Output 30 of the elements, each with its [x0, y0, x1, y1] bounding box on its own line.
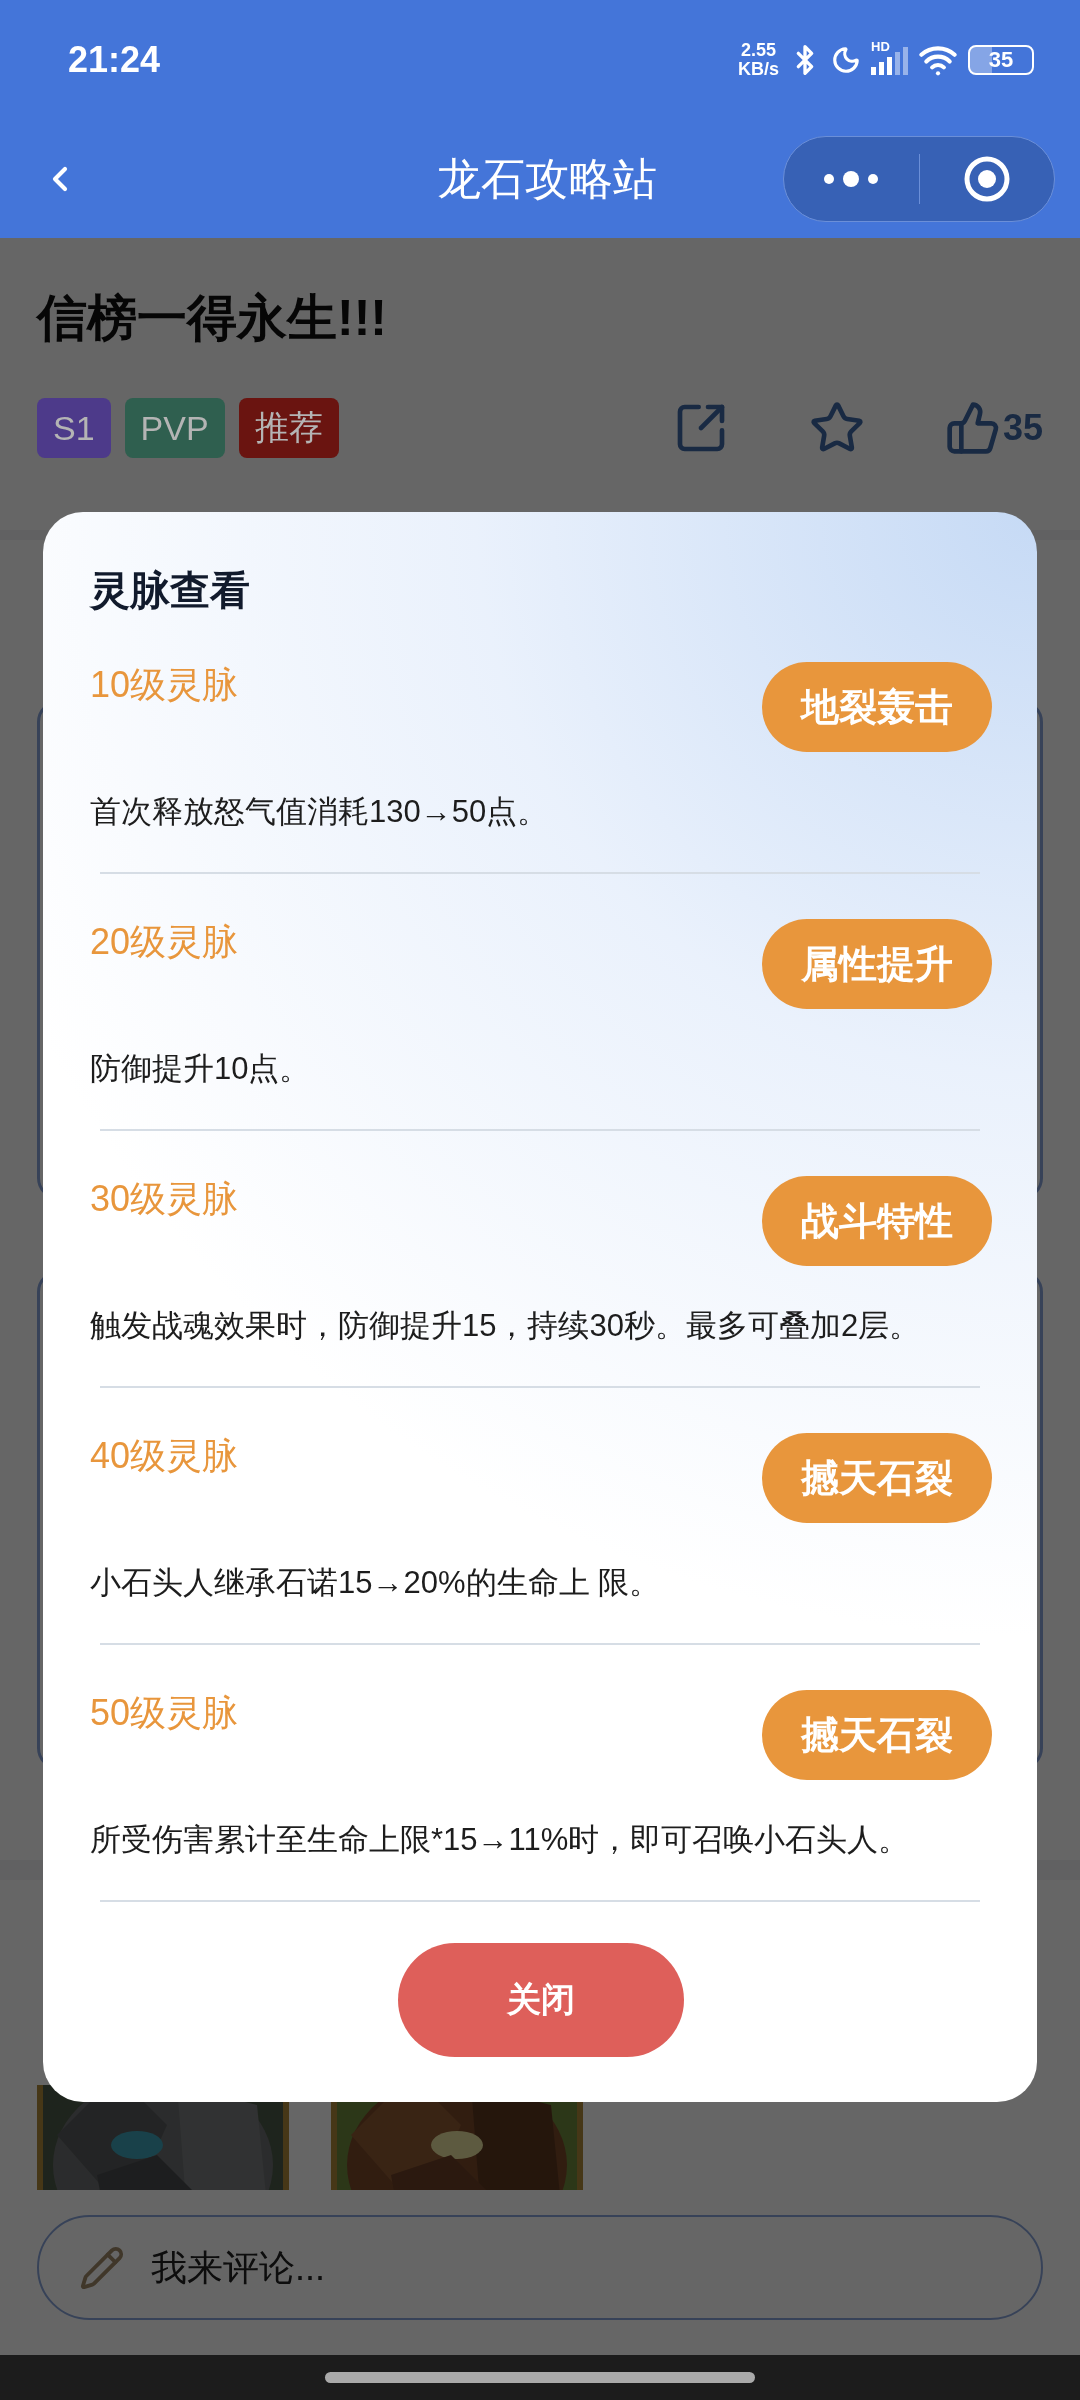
comment-field[interactable]: 我来评论... — [37, 2215, 1043, 2320]
skill-button[interactable]: 属性提升 — [762, 919, 992, 1009]
skill-button[interactable]: 战斗特性 — [762, 1176, 992, 1266]
tag: 推荐 — [238, 398, 339, 458]
moon-icon — [831, 45, 861, 75]
skill-button[interactable]: 撼天石裂 — [762, 1690, 992, 1780]
pencil-icon — [79, 2244, 125, 2291]
skill-button[interactable]: 地裂轰击 — [762, 662, 992, 752]
battery-icon: 35 — [968, 45, 1034, 75]
like-button[interactable]: 35 — [944, 400, 1043, 456]
page-title: 龙石攻略站 — [435, 152, 658, 205]
skill-button[interactable]: 撼天石裂 — [762, 1433, 992, 1523]
skill-description: 防御提升10点。 — [90, 1050, 312, 1088]
close-button[interactable]: 关闭 — [398, 1943, 684, 2057]
tag: PVP — [124, 398, 225, 458]
level-label: 20级灵脉 — [90, 920, 239, 964]
level-label: 50级灵脉 — [90, 1691, 239, 1735]
skill-description: 小石头人继承石诺15→20%的生命上 限。 — [90, 1564, 662, 1602]
skill-description: 触发战魂效果时，防御提升15，持续30秒。最多可叠加2层。 — [90, 1307, 922, 1345]
level-label: 30级灵脉 — [90, 1177, 239, 1221]
level-label: 40级灵脉 — [90, 1434, 239, 1478]
status-time: 21:24 — [68, 39, 162, 81]
network-speed: 2.55 KB/s — [738, 41, 779, 79]
tag: S1 — [37, 398, 111, 458]
modal-title: 灵脉查看 — [90, 567, 251, 614]
article-title: 信榜一得永生!!! — [37, 289, 388, 348]
skill-description: 所受伤害累计至生命上限*15→11%时，即可召唤小石头人。 — [90, 1821, 911, 1859]
skill-description: 首次释放怒气值消耗130→50点。 — [90, 793, 550, 831]
level-label: 10级灵脉 — [90, 663, 239, 707]
thumbs-up-icon — [944, 400, 1001, 456]
